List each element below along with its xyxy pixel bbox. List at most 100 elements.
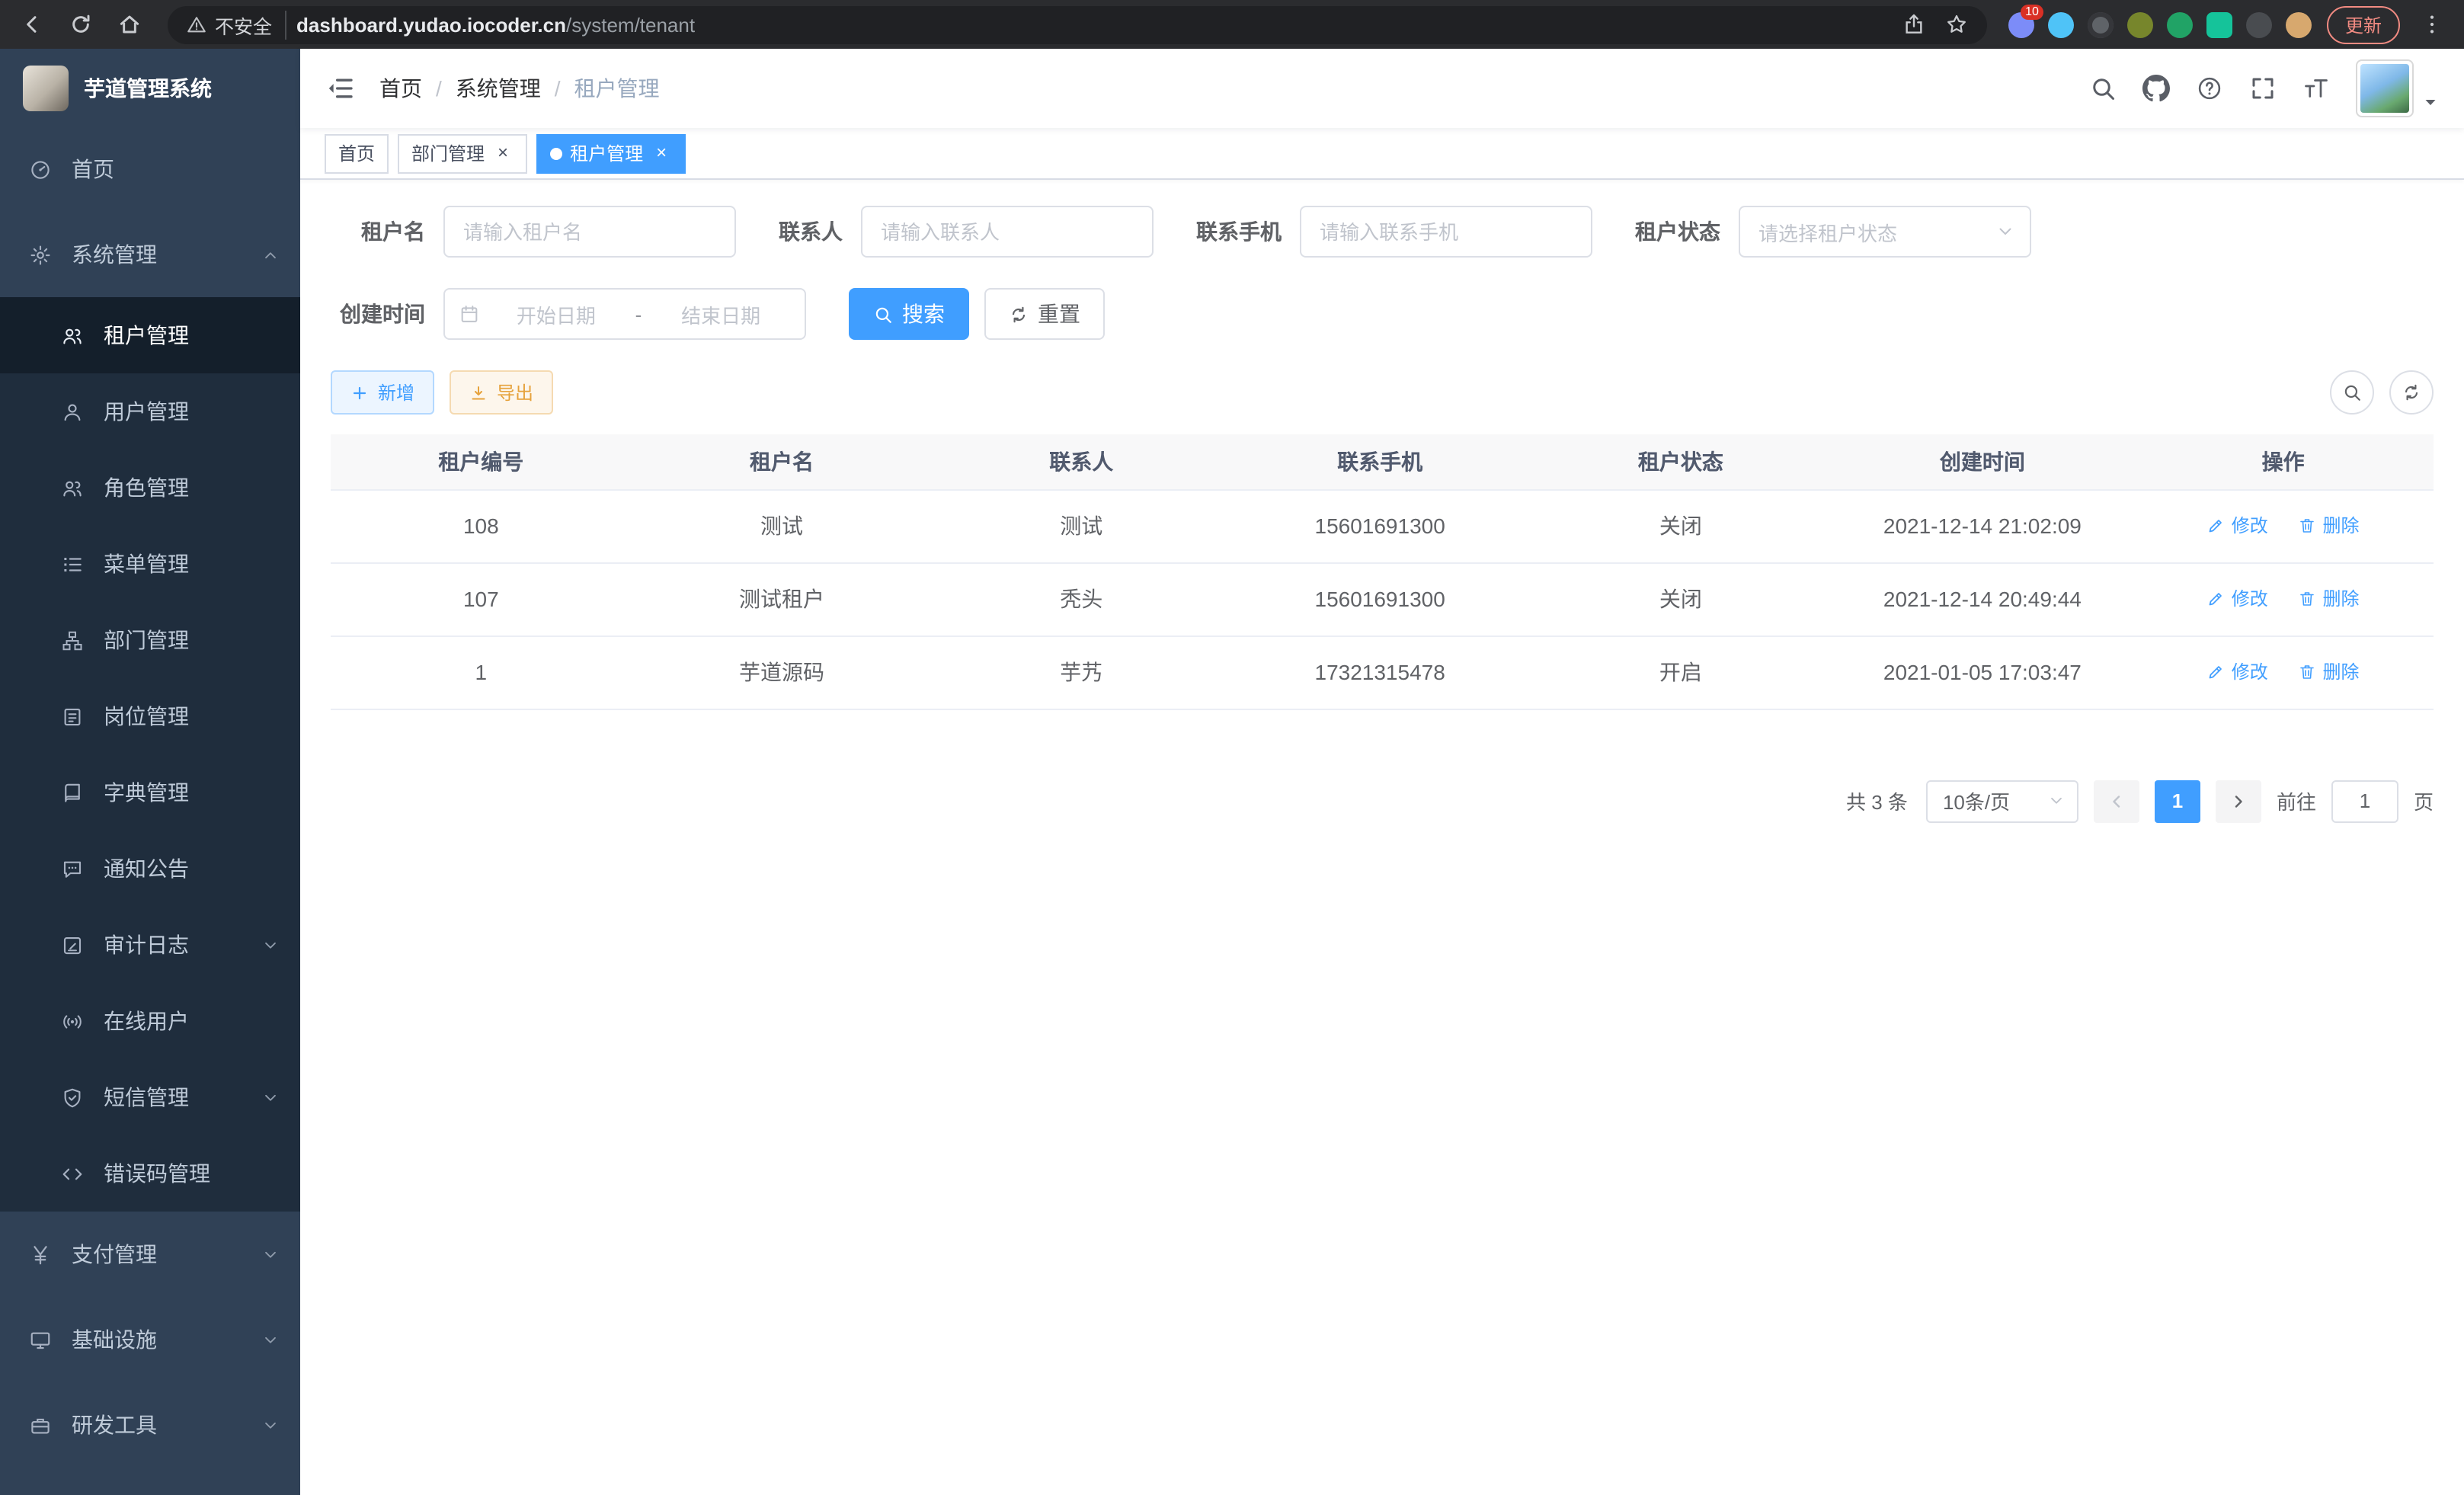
sidebar-item-system[interactable]: 系统管理	[0, 212, 300, 297]
extension-icon[interactable]	[2206, 11, 2232, 37]
sidebar-item-audit-log[interactable]: 审计日志	[0, 907, 300, 983]
cell-tenant-name: 测试	[632, 489, 933, 562]
sidebar-item-notice[interactable]: 通知公告	[0, 831, 300, 907]
extension-icon[interactable]	[2246, 11, 2272, 37]
page-size-select[interactable]: 10条/页	[1926, 780, 2078, 822]
security-chip[interactable]: 不安全	[186, 10, 286, 39]
next-page-button[interactable]	[2216, 780, 2261, 822]
toggle-search-button[interactable]	[2330, 370, 2374, 415]
sidebar-item-label: 审计日志	[104, 930, 189, 960]
delete-label: 删除	[2323, 659, 2360, 685]
pagination: 共 3 条 10条/页 1 前往 页	[331, 780, 2434, 822]
app-logo[interactable]: 芋道管理系统	[0, 49, 300, 126]
delete-button[interactable]: 删除	[2299, 659, 2360, 685]
tab-label: 首页	[338, 140, 375, 166]
extension-icon[interactable]: 10	[2008, 11, 2034, 37]
users-icon	[61, 476, 84, 499]
tenant-status-select[interactable]: 请选择租户状态	[1739, 206, 2031, 258]
extension-icon[interactable]	[2088, 11, 2114, 37]
refresh-icon	[1009, 304, 1029, 324]
sidebar-item-dept[interactable]: 部门管理	[0, 602, 300, 678]
chevron-down-icon	[262, 1246, 279, 1263]
chevron-down-icon	[2048, 792, 2065, 809]
close-icon[interactable]: ×	[651, 142, 672, 164]
browser-home-button[interactable]	[113, 8, 146, 41]
active-dot	[550, 147, 562, 159]
edit-label: 修改	[2232, 659, 2268, 685]
org-tree-icon	[61, 629, 84, 651]
sidebar-item-home[interactable]: 首页	[0, 126, 300, 212]
chrome-update-button[interactable]: 更新	[2327, 5, 2400, 43]
export-button[interactable]: 导出	[450, 370, 553, 415]
table-row: 1 芋道源码 芋艿 17321315478 开启 2021-01-05 17:0…	[331, 635, 2434, 709]
sidebar-item-role[interactable]: 角色管理	[0, 450, 300, 526]
sidebar-collapse-icon[interactable]	[325, 73, 355, 104]
breadcrumb-home[interactable]: 首页	[379, 73, 422, 104]
sidebar-item-menu[interactable]: 菜单管理	[0, 526, 300, 602]
edit-button[interactable]: 修改	[2207, 513, 2268, 539]
sidebar-item-tenant[interactable]: 租户管理	[0, 297, 300, 373]
cell-mobile: 15601691300	[1230, 489, 1529, 562]
breadcrumb: 首页 / 系统管理 / 租户管理	[379, 73, 660, 104]
sidebar-item-payment[interactable]: 支付管理	[0, 1212, 300, 1297]
user-menu[interactable]	[2356, 59, 2440, 117]
sidebar-item-user[interactable]: 用户管理	[0, 373, 300, 450]
address-bar[interactable]: 不安全 dashboard.yudao.iocoder.cn/system/te…	[168, 5, 1987, 43]
delete-button[interactable]: 删除	[2299, 586, 2360, 612]
add-button[interactable]: 新增	[331, 370, 434, 415]
fullscreen-icon[interactable]	[2249, 75, 2277, 102]
reset-button[interactable]: 重置	[984, 288, 1105, 340]
page-number-button[interactable]: 1	[2155, 780, 2200, 822]
contact-mobile-label: 联系手机	[1196, 216, 1282, 247]
sidebar-item-sms[interactable]: 短信管理	[0, 1059, 300, 1135]
book-icon	[61, 781, 84, 804]
github-icon[interactable]	[2142, 75, 2170, 102]
refresh-icon	[2402, 383, 2421, 402]
refresh-table-button[interactable]	[2389, 370, 2434, 415]
sidebar-item-online-users[interactable]: 在线用户	[0, 983, 300, 1059]
delete-button[interactable]: 删除	[2299, 513, 2360, 539]
edit-button[interactable]: 修改	[2207, 659, 2268, 685]
browser-reload-button[interactable]	[64, 8, 98, 41]
sidebar-item-label: 系统管理	[72, 239, 157, 270]
edit-button[interactable]: 修改	[2207, 586, 2268, 612]
sidebar-item-devtools[interactable]: 研发工具	[0, 1382, 300, 1468]
cell-tenant-id: 107	[331, 562, 632, 635]
system-submenu: 租户管理 用户管理 角色管理 菜单管理 部门管理	[0, 297, 300, 1212]
page-content: 租户名 联系人 联系手机 租户状态 请选择租户状态	[300, 180, 2464, 1495]
help-icon[interactable]	[2196, 75, 2223, 102]
edit-pencil-icon	[2207, 590, 2226, 608]
profile-avatar-icon[interactable]	[2286, 11, 2312, 37]
share-icon[interactable]	[1902, 12, 1926, 37]
browser-back-button[interactable]	[15, 8, 49, 41]
contact-mobile-input[interactable]	[1300, 206, 1592, 258]
extension-icon[interactable]	[2127, 11, 2153, 37]
extension-icon[interactable]	[2167, 11, 2193, 37]
tab-dept[interactable]: 部门管理 ×	[398, 133, 527, 173]
column-header: 创建时间	[1832, 434, 2133, 489]
breadcrumb-system[interactable]: 系统管理	[456, 73, 541, 104]
sidebar-item-infra[interactable]: 基础设施	[0, 1297, 300, 1382]
sidebar-item-label: 在线用户	[104, 1006, 189, 1036]
select-placeholder: 请选择租户状态	[1758, 217, 1897, 246]
goto-page-input[interactable]	[2331, 780, 2398, 822]
sidebar-item-label: 岗位管理	[104, 701, 189, 731]
browser-menu-icon[interactable]	[2415, 8, 2449, 41]
warning-icon	[186, 14, 207, 35]
bookmark-star-icon[interactable]	[1944, 12, 1969, 37]
sidebar-item-error-code[interactable]: 错误码管理	[0, 1135, 300, 1212]
prev-page-button[interactable]	[2094, 780, 2139, 822]
tenant-name-input[interactable]	[443, 206, 736, 258]
search-button[interactable]: 搜索	[849, 288, 969, 340]
tab-tenant[interactable]: 租户管理 ×	[536, 133, 686, 173]
close-icon[interactable]: ×	[492, 142, 514, 164]
contact-input[interactable]	[861, 206, 1154, 258]
sidebar-item-dict[interactable]: 字典管理	[0, 754, 300, 831]
create-time-range-picker[interactable]: 开始日期 - 结束日期	[443, 288, 806, 340]
sidebar-item-post[interactable]: 岗位管理	[0, 678, 300, 754]
extension-icon[interactable]	[2048, 11, 2074, 37]
font-size-icon[interactable]	[2302, 75, 2330, 102]
tab-home[interactable]: 首页	[325, 133, 389, 173]
sidebar-item-label: 基础设施	[72, 1324, 157, 1355]
search-icon[interactable]	[2089, 75, 2117, 102]
